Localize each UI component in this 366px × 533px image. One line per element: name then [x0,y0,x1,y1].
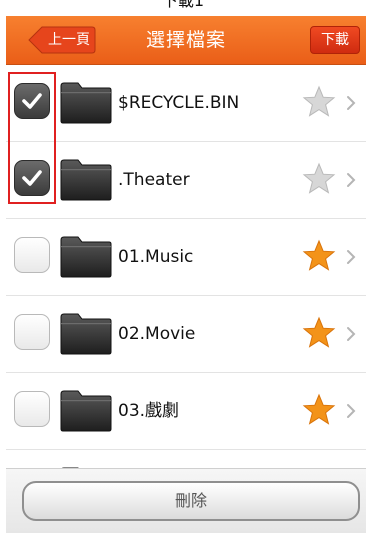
star-outline-icon[interactable] [302,85,336,119]
file-row[interactable]: 02.Movie [6,296,366,373]
chevron-right-icon [346,249,356,265]
star-outline-icon[interactable] [302,162,336,196]
file-row[interactable]: .Theater [6,142,366,219]
file-row[interactable]: 01.Music [6,219,366,296]
file-row[interactable] [6,450,366,470]
top-caption: 下載1 [0,0,366,16]
top-caption-text: 下載1 [161,0,205,10]
row-checkbox[interactable] [14,314,50,350]
favorite-star-icon[interactable] [302,239,336,273]
file-name: 02.Movie [118,324,196,344]
file-name: 01.Music [118,247,194,267]
bottom-toolbar: 刪除 [6,468,366,533]
favorite-star-icon[interactable] [302,316,336,350]
download-button[interactable]: 下載 [310,26,360,54]
file-list: $RECYCLE.BIN .Theater 01.Music 02.Movie 03.戲… [6,65,366,470]
app-screen: 下載1 上一頁 選擇檔案 下載 $RECYCLE.BIN .Theater 01.M… [0,0,366,533]
folder-icon [60,159,112,201]
favorite-star-icon[interactable] [302,393,336,427]
folder-icon [60,82,112,124]
checkmark-icon [22,93,42,109]
file-row[interactable]: 03.戲劇 [6,373,366,450]
folder-icon [60,390,112,432]
chevron-right-icon [346,403,356,419]
delete-button[interactable]: 刪除 [22,481,360,521]
row-checkbox[interactable] [14,237,50,273]
file-name: .Theater [118,170,190,190]
chevron-right-icon [346,172,356,188]
navigation-bar: 上一頁 選擇檔案 下載 [6,16,366,65]
row-checkbox[interactable] [14,391,50,427]
chevron-right-icon [346,326,356,342]
row-checkbox[interactable] [14,83,50,119]
checkmark-icon [22,170,42,186]
row-checkbox[interactable] [14,160,50,196]
file-name: $RECYCLE.BIN [118,93,240,113]
folder-icon [60,313,112,355]
folder-icon [60,236,112,278]
file-row[interactable]: $RECYCLE.BIN [6,65,366,142]
chevron-right-icon [346,95,356,111]
file-name: 03.戲劇 [118,401,180,421]
